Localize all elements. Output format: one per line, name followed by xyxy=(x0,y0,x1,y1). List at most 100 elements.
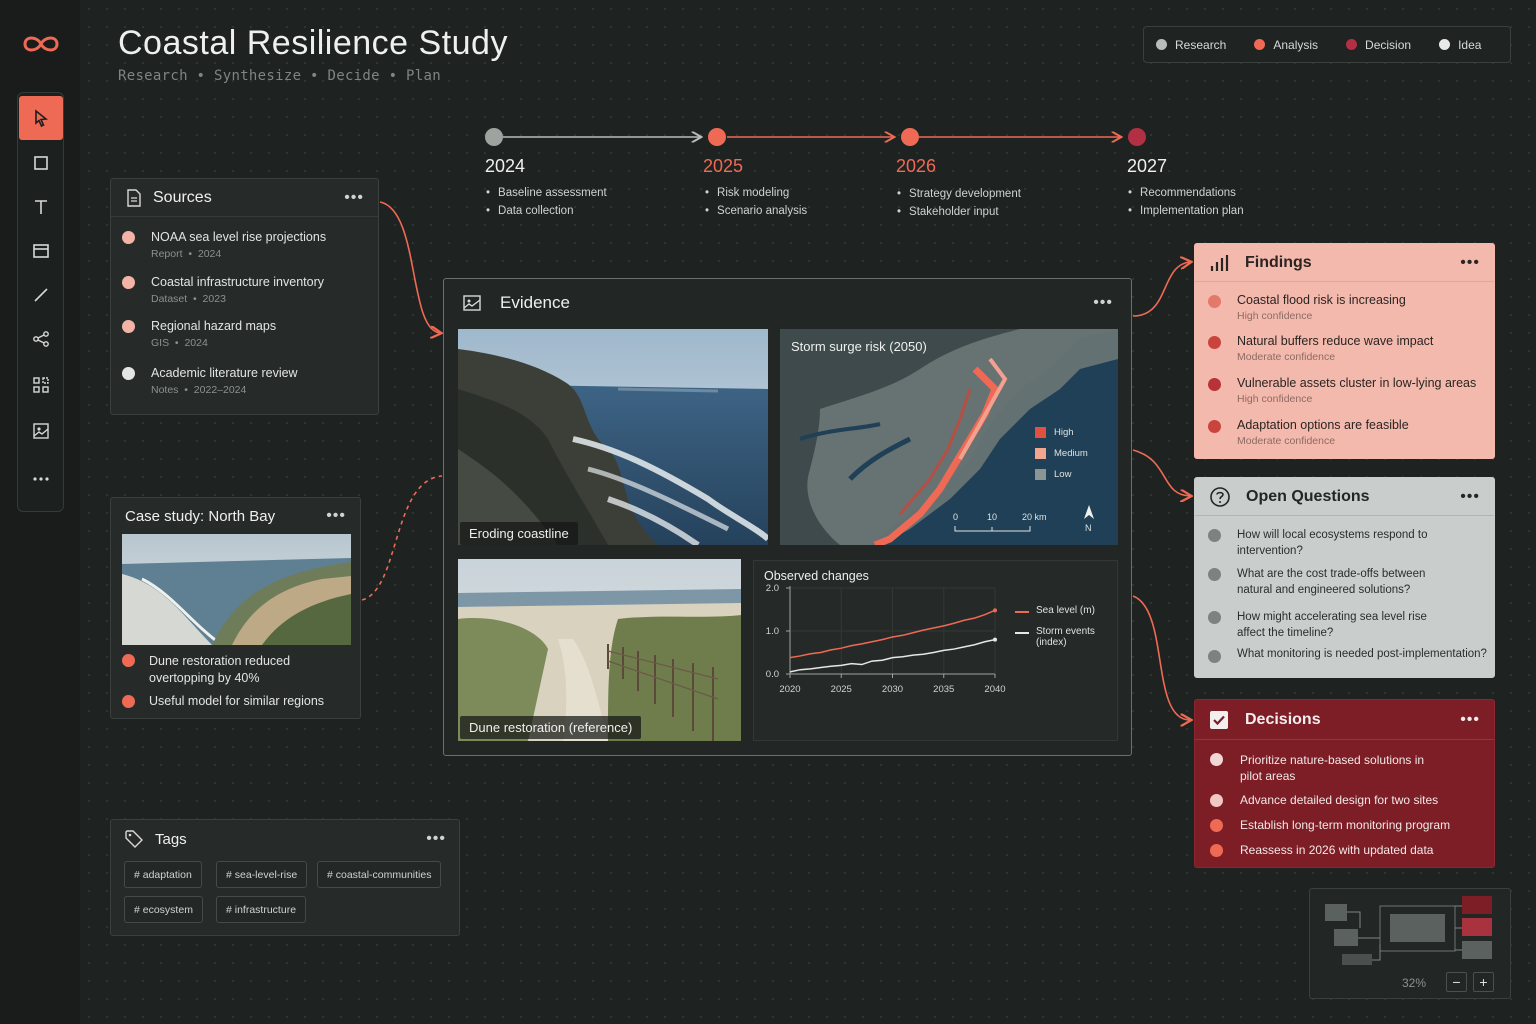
chart-legend: Sea level (m) Storm events (index) xyxy=(1015,605,1111,648)
x-tick-label: 2030 xyxy=(882,684,903,695)
zoom-out-button[interactable]: − xyxy=(1446,972,1467,992)
source-item[interactable]: Academic literature review Notes • 2022–2… xyxy=(122,366,298,396)
source-item[interactable]: Coastal infrastructure inventory Dataset … xyxy=(122,275,324,305)
decision-item[interactable]: Prioritize nature-based solutions in pil… xyxy=(1210,753,1440,784)
case-study-bullet xyxy=(122,695,135,708)
case-study-more-button[interactable]: ••• xyxy=(326,508,346,524)
case-study-item[interactable]: Useful model for similar regions xyxy=(122,694,324,708)
case-study-title: Case study: North Bay xyxy=(125,507,276,525)
minimap-preview xyxy=(1325,896,1492,965)
map-scale-0: 0 xyxy=(953,512,959,522)
x-tick-label: 2025 xyxy=(831,684,852,695)
question-item[interactable]: What are the cost trade-offs between nat… xyxy=(1208,568,1457,598)
map-legend-medium: Medium xyxy=(1035,443,1088,464)
map-legend-low: Low xyxy=(1035,464,1088,485)
timeline-year-2026: 2026 xyxy=(896,156,937,176)
timeline-items-2026: Strategy developmentStakeholder input xyxy=(897,185,1021,221)
tags-header: Tags ••• xyxy=(111,820,459,858)
timeline-items-2024: Baseline assessmentData collection xyxy=(486,184,607,220)
open-questions-title: Open Questions xyxy=(1246,487,1370,505)
tags-card[interactable]: Tags ••• # adaptation # sea-level-rise #… xyxy=(110,819,460,936)
source-bullet xyxy=(122,231,135,244)
source-item[interactable]: NOAA sea level rise projections Report • … xyxy=(122,230,326,260)
timeline-items-2025: Risk modelingScenario analysis xyxy=(705,184,807,220)
y-tick-label: 2.0 xyxy=(766,583,779,594)
question-bullet xyxy=(1208,650,1221,663)
timeline-items-2027: RecommendationsImplementation plan xyxy=(1128,184,1244,220)
open-questions-more-button[interactable]: ••• xyxy=(1460,488,1480,504)
evidence-frame[interactable]: Evidence ••• Eroding coastline Storm sur… xyxy=(443,278,1132,756)
decisions-more-button[interactable]: ••• xyxy=(1460,711,1480,727)
sources-card[interactable]: Sources ••• NOAA sea level rise projecti… xyxy=(110,178,379,415)
decision-item[interactable]: Advance detailed design for two sites xyxy=(1210,793,1438,807)
sources-header: Sources ••• xyxy=(111,179,378,217)
question-bullet xyxy=(1208,568,1221,581)
finding-item[interactable]: Coastal flood risk is increasing High con… xyxy=(1208,293,1406,322)
decision-bullet xyxy=(1210,753,1223,766)
timeline-year-2024: 2024 xyxy=(485,156,526,176)
zoom-in-button[interactable]: + xyxy=(1473,972,1494,992)
question-item[interactable]: How might accelerating sea level rise af… xyxy=(1208,611,1457,641)
decision-item[interactable]: Establish long-term monitoring program xyxy=(1210,818,1450,832)
minimap[interactable]: 32% − + xyxy=(1309,888,1511,999)
findings-card[interactable]: Findings ••• Coastal flood risk is incre… xyxy=(1194,243,1495,459)
finding-item[interactable]: Adaptation options are feasible Moderate … xyxy=(1208,418,1409,447)
open-questions-card[interactable]: Open Questions ••• How will local ecosys… xyxy=(1194,477,1495,678)
map-legend-high: High xyxy=(1035,422,1088,443)
north-arrow-icon xyxy=(1084,505,1094,519)
evidence-more-button[interactable]: ••• xyxy=(1093,295,1113,311)
findings-more-button[interactable]: ••• xyxy=(1460,254,1480,270)
map-scale-10: 10 xyxy=(987,512,998,522)
series-end-point xyxy=(993,637,997,642)
decision-bullet xyxy=(1210,794,1223,807)
case-study-bullet xyxy=(122,654,135,667)
tag-chip[interactable]: # sea-level-rise xyxy=(216,861,308,888)
checkbox-checked-icon xyxy=(1210,710,1228,729)
case-study-card[interactable]: Case study: North Bay ••• Dune restorati… xyxy=(110,497,361,719)
decisions-title: Decisions xyxy=(1245,710,1321,728)
source-bullet xyxy=(122,320,135,333)
case-study-item[interactable]: Dune restoration reduced overtopping by … xyxy=(122,654,299,687)
map-title: Storm surge risk (2050) xyxy=(791,339,927,354)
north-bay-photo xyxy=(122,534,351,645)
source-bullet xyxy=(122,276,135,289)
decisions-card[interactable]: Decisions ••• Prioritize nature-based so… xyxy=(1194,699,1495,868)
question-bullet xyxy=(1208,529,1221,542)
north-label: N xyxy=(1085,523,1092,533)
decision-item[interactable]: Reassess in 2026 with updated data xyxy=(1210,843,1433,857)
tag-chip[interactable]: # coastal-communities xyxy=(317,861,442,888)
decision-bullet xyxy=(1210,844,1223,857)
tag-chip[interactable]: # ecosystem xyxy=(124,896,203,923)
finding-item[interactable]: Vulnerable assets cluster in low-lying a… xyxy=(1208,376,1476,405)
tag-chip[interactable]: # adaptation xyxy=(124,861,202,888)
timeline-year-2025: 2025 xyxy=(703,156,744,176)
map-legend: High Medium Low xyxy=(1035,422,1088,485)
finding-bullet xyxy=(1208,336,1221,349)
timeline-year-2027: 2027 xyxy=(1127,156,1168,176)
x-tick-label: 2035 xyxy=(933,684,954,695)
legend-swatch-sea-level xyxy=(1015,611,1029,613)
zoom-level: 32% xyxy=(1402,976,1427,990)
legend-swatch-storm-events xyxy=(1015,632,1029,634)
timeline-node-2025 xyxy=(708,128,726,146)
source-item[interactable]: Regional hazard maps GIS • 2024 xyxy=(122,319,276,349)
x-tick-label: 2040 xyxy=(984,684,1005,695)
series-end-point xyxy=(993,608,997,613)
x-tick-label: 2020 xyxy=(779,684,800,695)
photo-caption: Dune restoration (reference) xyxy=(460,716,642,739)
finding-item[interactable]: Natural buffers reduce wave impact Modera… xyxy=(1208,334,1433,363)
case-study-header: Case study: North Bay ••• xyxy=(111,498,360,534)
document-icon xyxy=(127,188,141,207)
legend-storm-events: Storm events (index) xyxy=(1015,626,1111,648)
tags-more-button[interactable]: ••• xyxy=(426,831,446,847)
findings-title: Findings xyxy=(1245,253,1312,271)
question-item[interactable]: What monitoring is needed post-implement… xyxy=(1208,648,1487,663)
source-bullet xyxy=(122,367,135,380)
tag-icon xyxy=(125,830,143,848)
sources-more-button[interactable]: ••• xyxy=(344,189,364,205)
evidence-title: Evidence xyxy=(500,293,570,312)
tag-chip[interactable]: # infrastructure xyxy=(216,896,307,923)
open-questions-header: Open Questions ••• xyxy=(1195,478,1494,516)
question-item[interactable]: How will local ecosystems respond to int… xyxy=(1208,529,1437,559)
timeline-node-2024 xyxy=(485,128,503,146)
